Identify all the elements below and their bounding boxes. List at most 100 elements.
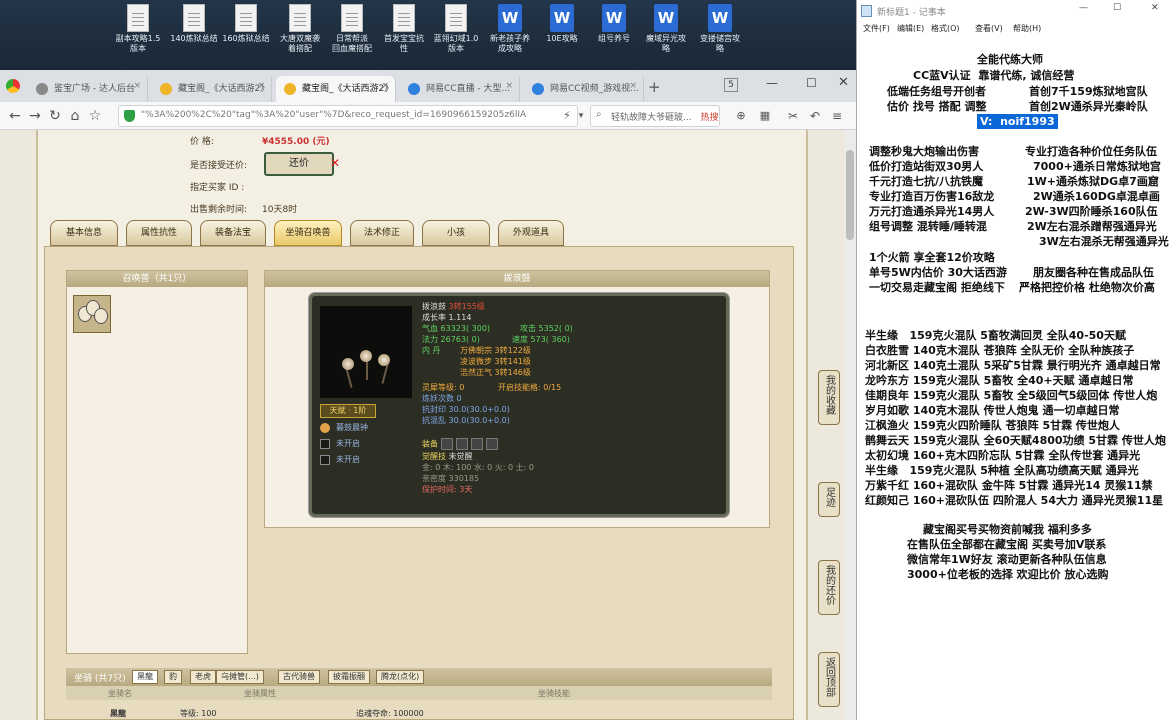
new-tab-button[interactable]: + xyxy=(648,78,661,96)
mount-tab[interactable]: 豹 xyxy=(164,670,182,684)
mount-tab[interactable]: 古代骑兽 xyxy=(278,670,320,684)
bookmark-star-icon[interactable]: ☆ xyxy=(86,107,104,125)
desktop-shortcut[interactable]: 160炼狱总结 xyxy=(220,4,272,68)
page-tab[interactable]: 基本信息 xyxy=(50,220,118,246)
extension-icon[interactable]: ⊕ xyxy=(732,107,750,125)
tab-count-badge[interactable]: 5 xyxy=(724,78,738,92)
undo-icon[interactable]: ↶ xyxy=(806,107,824,125)
mount-tab[interactable]: 黑龍 xyxy=(132,670,158,684)
browser-tab[interactable]: 网易CC直播 - 大型... × xyxy=(400,76,520,102)
mount-tab[interactable]: 腾龙(点化) xyxy=(376,670,425,684)
url-input[interactable]: "%3A%200%2C%20"tag"%3A%20"user"%7D&reco_… xyxy=(118,105,578,127)
maximize-button[interactable]: ☐ xyxy=(806,76,817,90)
tab-close-icon[interactable]: × xyxy=(629,81,637,91)
home-icon[interactable]: ⌂ xyxy=(66,107,84,125)
desktop-shortcut[interactable]: 大唐双魔袭 着搭配 xyxy=(274,4,326,68)
notepad-line: 千元打造七抗/八抗铁魔 xyxy=(869,175,984,188)
minimize-button[interactable]: — xyxy=(1079,3,1088,13)
desktop-shortcut[interactable]: 首发宝宝抗 性 xyxy=(378,4,430,68)
notepad-line: 3000+位老板的选择 欢迎比价 放心选购 xyxy=(907,568,1109,581)
desktop-shortcut[interactable]: W 变搂储宫攻 略 xyxy=(694,4,746,68)
menu-item[interactable]: 帮助(H) xyxy=(1013,23,1041,34)
skill-slot-3[interactable]: 未开启 xyxy=(320,454,360,465)
browser-logo-icon[interactable] xyxy=(6,79,20,93)
close-window-button[interactable]: ✕ xyxy=(1151,3,1159,13)
equip-slot-3[interactable] xyxy=(471,438,483,450)
word-document-icon: W xyxy=(602,4,626,32)
page-tab[interactable]: 外观道具 xyxy=(498,220,564,246)
desktop-shortcut[interactable]: 蓝翎幻域1.0 版本 xyxy=(430,4,482,68)
desktop-shortcut[interactable]: 日常帮派 回血魔搭配 xyxy=(326,4,378,68)
menu-icon[interactable]: ≡ xyxy=(828,107,846,125)
forward-icon[interactable]: → xyxy=(26,107,44,125)
counter-offer-button[interactable]: 还价 xyxy=(264,152,334,176)
back-icon[interactable]: ← xyxy=(6,107,24,125)
mount-count-label: 坐骑 (共7只) xyxy=(74,674,126,684)
page-tab[interactable]: 坐骑召唤兽 xyxy=(274,220,342,246)
equip-slot-2[interactable] xyxy=(456,438,468,450)
back-to-top-button[interactable]: 返回顶部 xyxy=(818,652,840,707)
side-button-label: 我的收藏 xyxy=(823,375,835,415)
tab-close-icon[interactable]: × xyxy=(381,81,389,91)
footprint-button[interactable]: 足迹 xyxy=(818,482,840,517)
notepad-line: 在售队伍全部都在藏宝阁 买卖号加V联系 xyxy=(907,538,1107,551)
spd-stat: 速度 573( 360) xyxy=(512,335,570,344)
maximize-button[interactable]: ☐ xyxy=(1113,3,1121,13)
browser-tab[interactable]: 藏宝阁_《大话西游2》 × xyxy=(276,76,396,102)
desktop-shortcut[interactable]: W 新老孩子养 成攻略 xyxy=(484,4,536,68)
page-tab[interactable]: 小孩 xyxy=(422,220,490,246)
minimize-button[interactable]: — xyxy=(766,76,778,90)
desktop-shortcut[interactable]: W 魔域异光攻 略 xyxy=(640,4,692,68)
notepad-text-area[interactable]: 全能代练大师 CC蓝V认证 靠谱代练, 诚信经营 低端任务组号开创者 首创7千159炼… xyxy=(857,36,1174,720)
notepad-line: 太初幻境 160+克木四阶忘队 5甘霖 全队传世套 通异光 xyxy=(865,449,1141,462)
my-offers-button[interactable]: 我的还价 xyxy=(818,560,840,615)
mount-tab[interactable]: 老虎 xyxy=(190,670,216,684)
menu-item[interactable]: 格式(O) xyxy=(931,23,960,34)
grid-icon[interactable]: ▦ xyxy=(756,107,774,125)
desktop-shortcut[interactable]: 140炼狱总结 xyxy=(168,4,220,68)
time-remaining-value: 10天8时 xyxy=(262,205,298,215)
desktop-shortcut[interactable]: 副本攻略1.5 版本 xyxy=(112,4,164,68)
desktop-shortcut-label: 新老孩子养 成攻略 xyxy=(490,34,530,53)
tab-close-icon[interactable]: × xyxy=(257,81,265,91)
notepad-title: 新标题1 - 记事本 — ☐ ✕ xyxy=(857,0,1174,22)
menu-item[interactable]: 编辑(E) xyxy=(897,23,924,34)
desktop-shortcut[interactable]: W 10E攻略 xyxy=(536,4,588,68)
page-tab[interactable]: 法术修正 xyxy=(350,220,414,246)
menu-item[interactable]: 查看(V) xyxy=(975,23,1003,34)
browser-tab[interactable]: 网易CC视频_游戏视... × xyxy=(524,76,644,102)
close-window-button[interactable]: ✕ xyxy=(838,75,849,90)
text-document-icon xyxy=(183,4,205,32)
hot-search-badge[interactable]: 热搜 xyxy=(700,113,718,123)
skill-slot-1[interactable]: 暮鼓晨钟 xyxy=(320,422,368,433)
tab-close-icon[interactable]: × xyxy=(505,81,513,91)
pet-detail-title: 拨浪鼓 xyxy=(265,271,769,287)
menu-item[interactable]: 文件(F) xyxy=(863,23,890,34)
browser-tab[interactable]: 藏宝阁_《大话西游2》 × xyxy=(152,76,272,102)
search-input[interactable]: ⌕ 轻轨故障大爷砸玻... 热搜 xyxy=(590,105,720,127)
mount-tab[interactable]: 乌摊管(...) xyxy=(216,670,264,684)
mount-col-attr: 坐骑属性 xyxy=(244,689,276,698)
browser-tab[interactable]: 鉴宝广场 - 达人后台 × xyxy=(28,76,148,102)
tab-close-icon[interactable]: × xyxy=(133,81,141,91)
pet-thumbnail[interactable] xyxy=(73,295,111,333)
mount-tab[interactable]: 披霜振翮 xyxy=(328,670,370,684)
equip-slot-1[interactable] xyxy=(441,438,453,450)
price-label: 价 格: xyxy=(190,137,214,147)
tab-favicon-icon xyxy=(284,83,296,95)
my-favorites-button[interactable]: 我的收藏 xyxy=(818,370,840,425)
mount-col-name: 坐骑名 xyxy=(108,689,132,698)
scissors-icon[interactable]: ✂ xyxy=(784,107,802,125)
scroll-thumb[interactable] xyxy=(846,150,854,240)
mp-stat: 法力 26763( 0) xyxy=(422,335,480,344)
skill-slot-2[interactable]: 未开启 xyxy=(320,438,360,449)
desktop-shortcut[interactable]: W 组号养号 xyxy=(588,4,640,68)
equip-slot-4[interactable] xyxy=(486,438,498,450)
dropdown-icon[interactable]: ▾ xyxy=(572,107,590,125)
notepad-line: 微信常年1W好友 滚动更新各种队伍信息 xyxy=(907,553,1107,566)
page-tab[interactable]: 装备法宝 xyxy=(200,220,266,246)
notepad-line: 2W-3W四阶睡杀160队伍 xyxy=(1025,205,1158,218)
reload-icon[interactable]: ↻ xyxy=(46,107,64,125)
page-tab[interactable]: 属性抗性 xyxy=(126,220,192,246)
mount-attr-cell: 等级: 100 xyxy=(180,709,217,718)
